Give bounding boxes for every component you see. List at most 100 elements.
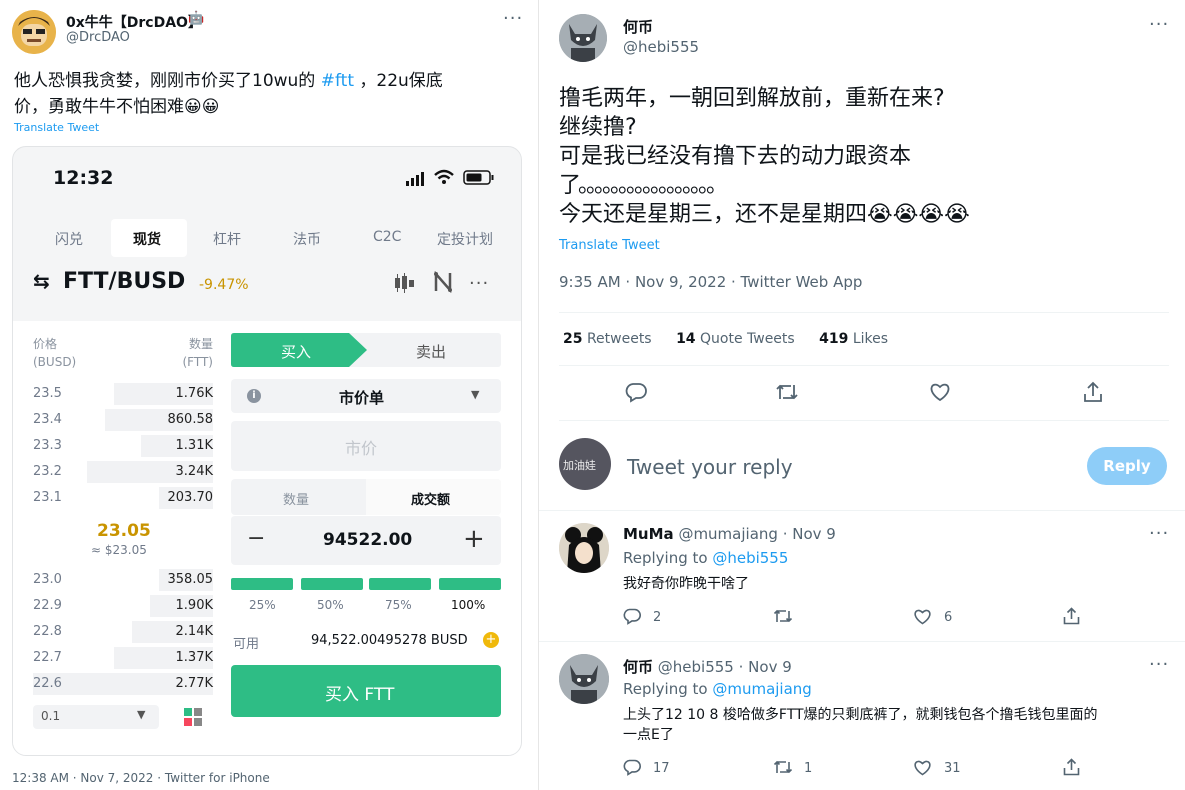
- tweet-footer[interactable]: 12:38 AM · Nov 7, 2022 · Twitter for iPh…: [12, 771, 270, 785]
- orderbook-row[interactable]: 23.4 860.58: [33, 409, 213, 431]
- share-icon[interactable]: [1083, 381, 1103, 407]
- tab-swap[interactable]: 闪兑: [55, 229, 83, 249]
- amount-stepper[interactable]: − 94522.00 +: [231, 515, 501, 565]
- qty-header-label: 数量: [188, 337, 213, 351]
- avatar[interactable]: 加油娃: [559, 438, 611, 490]
- add-funds-icon[interactable]: +: [483, 632, 499, 648]
- tab-c2c[interactable]: C2C: [373, 229, 401, 245]
- available-label: 可用: [233, 637, 260, 652]
- reply-author-name[interactable]: MuMa: [623, 525, 674, 543]
- more-icon[interactable]: ···: [1149, 14, 1169, 35]
- author-handle[interactable]: @hebi555: [623, 38, 699, 56]
- reply-icon[interactable]: [625, 381, 647, 407]
- pair-more-icon[interactable]: ···: [469, 273, 489, 294]
- orderbook-row[interactable]: 22.9 1.90K: [33, 595, 213, 617]
- author-handle[interactable]: @DrcDAO: [66, 30, 130, 45]
- avatar[interactable]: [559, 654, 609, 704]
- reply-date[interactable]: · Nov 9: [783, 525, 836, 543]
- embedded-screenshot[interactable]: 12:32 闪兑 现货 杠杆 法币 C2C 定投计划 ⇆ FTT/BUSD -9…: [12, 146, 522, 756]
- orderbook-qty: 203.70: [167, 490, 214, 505]
- percent-label[interactable]: 75%: [385, 598, 412, 612]
- likes-stat[interactable]: 419 Likes: [819, 331, 888, 347]
- orderbook-row[interactable]: 22.8 2.14K: [33, 621, 213, 643]
- replying-to-link[interactable]: @mumajiang: [712, 680, 811, 698]
- quotes-stat[interactable]: 14 Quote Tweets: [676, 331, 795, 347]
- sell-tab[interactable]: 卖出: [416, 341, 446, 362]
- percent-label[interactable]: 25%: [249, 598, 276, 612]
- retweets-stat[interactable]: 25 Retweets: [563, 331, 652, 347]
- orderbook-row[interactable]: 23.1 203.70: [33, 487, 213, 509]
- retweets-label: Retweets: [586, 331, 652, 347]
- translate-link[interactable]: Translate Tweet: [559, 238, 660, 253]
- avatar[interactable]: [559, 523, 609, 573]
- reply-tweet[interactable]: MuMa @mumajiang · Nov 9 ··· Replying to …: [539, 511, 1185, 641]
- price-change: -9.47%: [199, 277, 249, 293]
- depth-select[interactable]: 0.1 ▼: [33, 705, 159, 729]
- swap-arrows-icon[interactable]: ⇆: [33, 269, 50, 293]
- reply-input[interactable]: Tweet your reply: [627, 455, 793, 479]
- replying-to-link[interactable]: @hebi555: [712, 549, 788, 567]
- orderbook-row[interactable]: 22.7 1.37K: [33, 647, 213, 669]
- orderbook-row[interactable]: 22.6 2.77K: [33, 673, 213, 695]
- tab-margin[interactable]: 杠杆: [213, 229, 241, 249]
- amount-tab[interactable]: 成交额: [411, 489, 450, 508]
- grid-view-icon[interactable]: [183, 707, 203, 731]
- tab-spot[interactable]: 现货: [133, 229, 161, 249]
- tab-fiat[interactable]: 法币: [293, 229, 321, 249]
- retweet-icon[interactable]: [773, 759, 793, 780]
- retweet-icon[interactable]: [775, 382, 799, 406]
- percent-label[interactable]: 100%: [451, 598, 485, 612]
- avatar[interactable]: [12, 10, 56, 54]
- translate-link[interactable]: Translate Tweet: [14, 121, 99, 134]
- amount-value[interactable]: 94522.00: [323, 530, 412, 550]
- order-type-select[interactable]: i 市价单 ▼: [231, 379, 501, 413]
- heart-icon[interactable]: [929, 382, 951, 406]
- retweet-icon[interactable]: [773, 608, 793, 629]
- percent-segment[interactable]: [231, 578, 293, 590]
- candlestick-icon[interactable]: [393, 273, 415, 297]
- qty-tab[interactable]: 数量: [283, 489, 309, 508]
- reply-author-name[interactable]: 何币: [623, 658, 653, 676]
- minus-icon[interactable]: −: [247, 526, 265, 551]
- heart-icon[interactable]: [913, 608, 932, 629]
- more-icon[interactable]: ···: [503, 8, 523, 29]
- author-name[interactable]: 0x牛牛【DrcDAO】: [66, 12, 202, 32]
- percent-segment[interactable]: [369, 578, 431, 590]
- reply-date[interactable]: · Nov 9: [739, 658, 792, 676]
- reply-icon[interactable]: [623, 607, 641, 629]
- percent-segment[interactable]: [301, 578, 363, 590]
- share-icon[interactable]: [1063, 607, 1080, 629]
- orderbook-row[interactable]: 23.0 358.05: [33, 569, 213, 591]
- orderbook-row[interactable]: 23.5 1.76K: [33, 383, 213, 405]
- reply-author-handle[interactable]: @hebi555: [658, 658, 734, 676]
- reply-button[interactable]: Reply: [1087, 447, 1167, 485]
- plus-icon[interactable]: +: [463, 524, 485, 554]
- chart-n-icon[interactable]: [433, 270, 453, 297]
- reply-icon[interactable]: [623, 758, 641, 780]
- reply-author-handle[interactable]: @mumajiang: [678, 525, 777, 543]
- heart-icon[interactable]: [913, 759, 932, 780]
- tab-recurring[interactable]: 定投计划: [437, 229, 493, 249]
- like-count: 31: [944, 761, 961, 776]
- more-icon[interactable]: ···: [1149, 654, 1169, 675]
- orderbook-row[interactable]: 23.2 3.24K: [33, 461, 213, 483]
- avatar[interactable]: [559, 14, 607, 62]
- reply-tweet[interactable]: 何币 @hebi555 · Nov 9 ··· Replying to @mum…: [539, 642, 1185, 790]
- orderbook-row[interactable]: 23.3 1.31K: [33, 435, 213, 457]
- tweet-text-part: 价，勇敢牛牛不怕困难😀😀: [14, 97, 220, 117]
- trading-pair[interactable]: FTT/BUSD: [63, 269, 185, 294]
- more-icon[interactable]: ···: [1149, 523, 1169, 544]
- hashtag-link[interactable]: #ftt: [321, 71, 354, 91]
- info-icon[interactable]: i: [247, 389, 261, 403]
- right-tweet-thread: 何币 @hebi555 ··· 撸毛两年，一朝回到解放前，重新在来? 继续撸? …: [538, 0, 1185, 790]
- percent-label[interactable]: 50%: [317, 598, 344, 612]
- price-input[interactable]: 市价: [231, 421, 501, 471]
- orderbook-qty: 2.14K: [175, 624, 213, 639]
- share-icon[interactable]: [1063, 758, 1080, 780]
- author-name[interactable]: 何币: [623, 16, 653, 37]
- buy-tab[interactable]: 买入: [281, 341, 311, 362]
- buy-ftt-button[interactable]: 买入 FTT: [231, 665, 501, 717]
- reply-text: 一点E了: [623, 727, 674, 743]
- tweet-meta[interactable]: 9:35 AM · Nov 9, 2022 · Twitter Web App: [559, 273, 862, 291]
- percent-segment[interactable]: [439, 578, 501, 590]
